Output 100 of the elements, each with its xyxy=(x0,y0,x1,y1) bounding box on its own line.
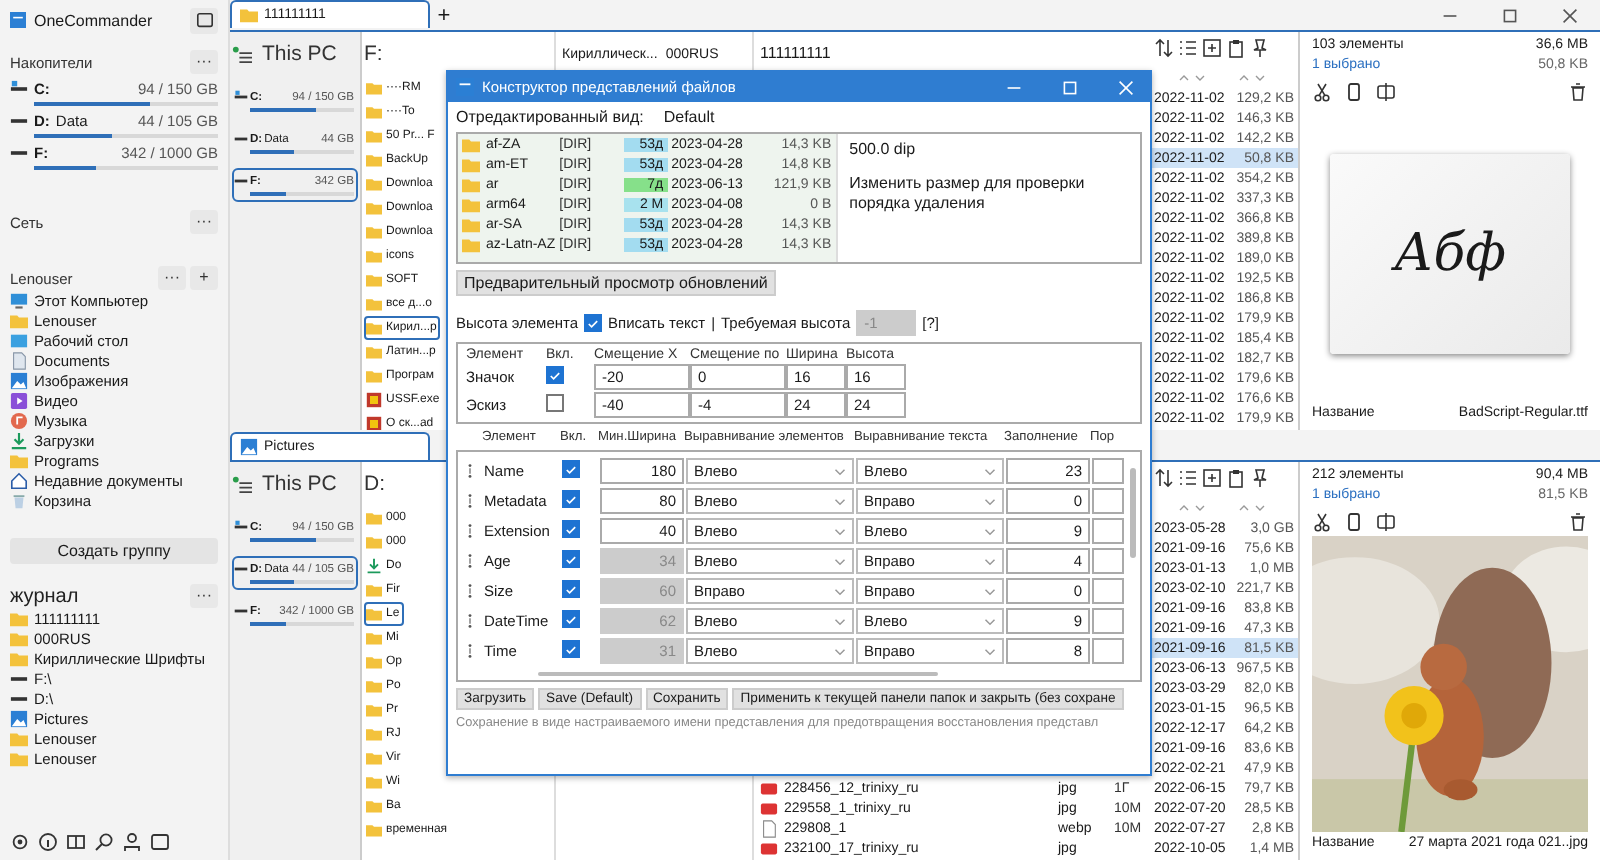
preview-size: 500.0 dip xyxy=(849,140,918,158)
drive-icon xyxy=(234,562,248,576)
number-field[interactable] xyxy=(1092,578,1124,604)
trash-icon xyxy=(10,491,28,509)
chevron-down-icon xyxy=(834,617,846,625)
drag-handle-icon[interactable] xyxy=(466,552,474,570)
list-icon[interactable] xyxy=(1178,38,1198,58)
checkbox[interactable] xyxy=(562,580,580,599)
drag-handle-icon[interactable] xyxy=(466,612,474,630)
video-icon xyxy=(10,391,28,409)
app-title: OneCommander xyxy=(34,11,155,29)
number-field[interactable] xyxy=(1092,458,1124,484)
new-tab-button[interactable]: + xyxy=(430,0,458,30)
checkbox[interactable] xyxy=(562,490,580,509)
scrollbar[interactable] xyxy=(1130,468,1136,558)
number-field[interactable] xyxy=(1092,548,1124,574)
image-icon xyxy=(10,709,28,727)
download-icon xyxy=(366,558,382,574)
folder-icon xyxy=(10,451,28,469)
sort-caret-icon[interactable] xyxy=(1178,502,1206,514)
chevron-down-icon xyxy=(984,557,996,565)
pane-title: D: xyxy=(364,472,385,496)
search-icon[interactable] xyxy=(94,832,114,852)
folder-icon xyxy=(240,6,258,24)
sort-caret-icon[interactable] xyxy=(1178,72,1206,84)
file-icon xyxy=(760,819,778,837)
checkbox[interactable] xyxy=(584,314,603,332)
person-icon[interactable] xyxy=(122,832,142,852)
chevron-down-icon xyxy=(834,647,846,655)
drag-handle-icon[interactable] xyxy=(466,522,474,540)
more-button[interactable]: ··· xyxy=(190,210,218,234)
pane-title: This PC xyxy=(262,42,337,66)
checkbox[interactable] xyxy=(546,366,564,385)
drive-icon xyxy=(234,174,248,188)
section-title: журнал xyxy=(10,585,79,607)
checkbox[interactable] xyxy=(562,460,580,479)
pane-title: F: xyxy=(364,42,383,66)
sort-caret-icon[interactable] xyxy=(1238,502,1266,514)
more-button[interactable]: ··· xyxy=(190,584,218,608)
create-group-button[interactable]: Создать группу xyxy=(10,538,218,564)
drag-handle-icon[interactable] xyxy=(466,462,474,480)
menu-icon[interactable] xyxy=(232,45,254,63)
copy-icon[interactable] xyxy=(1344,82,1364,102)
list-icon[interactable] xyxy=(1178,468,1198,488)
more-button[interactable]: ··· xyxy=(190,50,218,74)
music-icon xyxy=(10,411,28,429)
info-icon[interactable] xyxy=(38,832,58,852)
panels-icon[interactable] xyxy=(66,832,86,852)
more-button[interactable]: ··· xyxy=(158,266,186,290)
number-field[interactable] xyxy=(1092,518,1124,544)
sort-icon[interactable] xyxy=(1154,38,1174,58)
pane-title: 111111111 xyxy=(760,44,831,62)
window-button[interactable] xyxy=(190,7,218,33)
window-icon[interactable] xyxy=(150,832,170,852)
settings-icon[interactable] xyxy=(10,832,30,852)
image-icon xyxy=(240,438,258,456)
checkbox[interactable] xyxy=(562,640,580,659)
preview-button[interactable]: Предварительный просмотр обновлений xyxy=(456,270,776,296)
close-icon[interactable] xyxy=(1562,7,1578,23)
field-label: Отредактированный вид: xyxy=(456,108,644,126)
checkbox[interactable] xyxy=(562,610,580,629)
cut-icon[interactable] xyxy=(1312,82,1332,102)
clipboard-icon[interactable] xyxy=(1226,468,1246,488)
checkbox[interactable] xyxy=(546,394,564,412)
add-box-icon[interactable] xyxy=(1202,38,1222,58)
split-icon[interactable] xyxy=(1376,82,1396,102)
download-icon xyxy=(10,431,28,449)
drag-handle-icon[interactable] xyxy=(466,642,474,660)
delete-icon[interactable] xyxy=(1568,512,1588,532)
pin-icon[interactable] xyxy=(1250,38,1270,58)
add-button[interactable]: + xyxy=(190,266,218,290)
drive-icon xyxy=(234,90,248,104)
drive-icon xyxy=(234,520,248,534)
maximize-icon[interactable] xyxy=(1502,7,1518,23)
number-field[interactable] xyxy=(1092,608,1124,634)
view-name: Default xyxy=(663,108,715,126)
sort-caret-icon[interactable] xyxy=(1238,72,1266,84)
cut-icon[interactable] xyxy=(1312,512,1332,532)
clipboard-icon[interactable] xyxy=(1226,38,1246,58)
app-icon xyxy=(366,416,382,430)
drag-handle-icon[interactable] xyxy=(466,492,474,510)
checkbox[interactable] xyxy=(562,550,580,569)
drive-icon xyxy=(234,604,248,618)
split-icon[interactable] xyxy=(1376,512,1396,532)
menu-icon[interactable] xyxy=(232,475,254,493)
image-icon xyxy=(10,371,28,389)
pin-icon[interactable] xyxy=(1250,468,1270,488)
delete-icon[interactable] xyxy=(1568,82,1588,102)
document-icon xyxy=(10,351,28,369)
chevron-down-icon xyxy=(834,527,846,535)
app-icon xyxy=(366,392,382,408)
drag-handle-icon[interactable] xyxy=(466,582,474,600)
copy-icon[interactable] xyxy=(1344,512,1364,532)
sort-icon[interactable] xyxy=(1154,468,1174,488)
scrollbar[interactable] xyxy=(538,672,938,676)
add-box-icon[interactable] xyxy=(1202,468,1222,488)
checkbox[interactable] xyxy=(562,520,580,539)
number-field[interactable] xyxy=(1092,638,1124,664)
number-field[interactable] xyxy=(1092,488,1124,514)
desktop-icon xyxy=(10,331,28,349)
